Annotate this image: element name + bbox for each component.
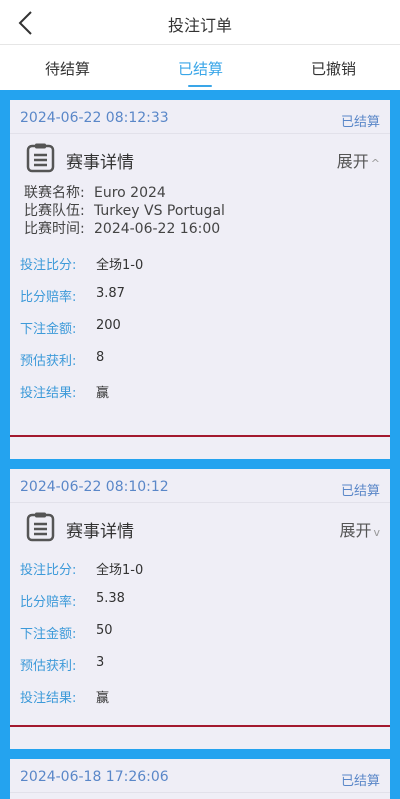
field-value: 全场1-0 — [96, 258, 144, 273]
order-card-header: 2024-06-22 08:10:12 已结算 — [10, 469, 390, 503]
match-detail-title: 赛事详情 — [66, 522, 134, 542]
order-status: 已结算 — [340, 115, 380, 130]
tab-cancelled[interactable]: 已撤销 — [311, 58, 356, 79]
match-time-line: 比赛时间: 2024-06-22 16:00 — [24, 220, 390, 238]
order-card: 2024-06-18 17:26:06 已结算 — [10, 759, 390, 799]
field-value: 200 — [96, 318, 121, 333]
page-title: 投注订单 — [167, 16, 232, 35]
bet-row: 下注金额: 50 — [10, 615, 390, 647]
order-status: 已结算 — [340, 774, 380, 789]
field-value: 3 — [96, 655, 105, 670]
order-card-header: 2024-06-22 08:12:33 已结算 — [10, 100, 390, 134]
order-time: 2024-06-22 08:12:33 — [20, 110, 169, 126]
order-card: 2024-06-22 08:12:33 已结算 赛事详情 展开 ^ 联赛名称: Eu… — [10, 100, 390, 459]
chevron-down-icon: v — [373, 526, 380, 539]
order-card: 2024-06-22 08:10:12 已结算 赛事详情 展开 v 投注比分: 全场… — [10, 469, 390, 749]
field-value: 50 — [96, 623, 113, 638]
bet-row: 预估获利: 8 — [10, 342, 390, 374]
field-label: 预估获利: — [20, 659, 77, 674]
field-label: 下注金额: — [20, 322, 77, 337]
field-value: 3.87 — [96, 286, 125, 301]
bet-row: 下注金额: 200 — [10, 310, 390, 342]
active-tab-indicator — [188, 85, 212, 87]
order-time: 2024-06-18 17:26:06 — [20, 769, 169, 785]
bet-row: 投注结果: 赢 — [10, 374, 390, 406]
field-label: 下注金额: — [20, 627, 77, 642]
field-value: 赢 — [96, 691, 110, 706]
league-line: 联赛名称: Euro 2024 — [24, 184, 390, 202]
tab-pending[interactable]: 待结算 — [45, 58, 90, 79]
league-value: Euro 2024 — [94, 185, 166, 201]
match-time-value: 2024-06-22 16:00 — [94, 221, 221, 237]
match-info: 联赛名称: Euro 2024 比赛队伍: Turkey VS Portugal 比… — [10, 182, 390, 238]
bet-row: 投注比分: 全场1-0 — [10, 246, 390, 278]
field-value: 8 — [96, 350, 105, 365]
document-list-icon — [26, 512, 55, 542]
expand-toggle[interactable]: 展开 ^ — [337, 148, 380, 172]
match-time-label: 比赛时间: — [24, 221, 85, 237]
order-card-header: 2024-06-18 17:26:06 已结算 — [10, 759, 390, 793]
teams-line: 比赛队伍: Turkey VS Portugal — [24, 202, 390, 220]
match-detail-title: 赛事详情 — [66, 153, 134, 173]
expand-label: 展开 — [339, 521, 372, 540]
order-list[interactable]: 2024-06-22 08:12:33 已结算 赛事详情 展开 ^ 联赛名称: Eu… — [0, 90, 400, 799]
card-divider — [10, 435, 390, 437]
chevron-up-icon: ^ — [370, 157, 380, 170]
teams-label: 比赛队伍: — [24, 203, 85, 219]
field-label: 投注比分: — [20, 258, 77, 273]
expand-toggle[interactable]: 展开 v — [339, 517, 380, 541]
bet-row: 投注结果: 赢 — [10, 679, 390, 711]
bet-row: 比分赔率: 5.38 — [10, 583, 390, 615]
bet-row: 比分赔率: 3.87 — [10, 278, 390, 310]
field-label: 比分赔率: — [20, 290, 77, 305]
status-tabs: 待结算 已结算 已撤销 — [0, 46, 400, 90]
tab-settled[interactable]: 已结算 — [178, 58, 223, 79]
top-bar: 投注订单 — [0, 0, 400, 45]
field-label: 投注结果: — [20, 691, 77, 706]
field-value: 赢 — [96, 386, 110, 401]
field-label: 比分赔率: — [20, 595, 77, 610]
card-divider — [10, 725, 390, 727]
field-label: 投注结果: — [20, 386, 77, 401]
match-detail-header: 赛事详情 展开 v — [10, 503, 390, 551]
order-status: 已结算 — [340, 484, 380, 499]
field-value: 5.38 — [96, 591, 125, 606]
league-label: 联赛名称: — [24, 185, 85, 201]
bet-row: 投注比分: 全场1-0 — [10, 551, 390, 583]
order-time: 2024-06-22 08:10:12 — [20, 479, 169, 495]
field-label: 预估获利: — [20, 354, 77, 369]
expand-label: 展开 — [336, 152, 369, 171]
field-label: 投注比分: — [20, 563, 77, 578]
teams-value: Turkey VS Portugal — [94, 203, 225, 219]
document-list-icon — [26, 143, 55, 173]
bet-row: 预估获利: 3 — [10, 647, 390, 679]
match-detail-header: 赛事详情 展开 ^ — [10, 134, 390, 182]
field-value: 全场1-0 — [96, 563, 144, 578]
